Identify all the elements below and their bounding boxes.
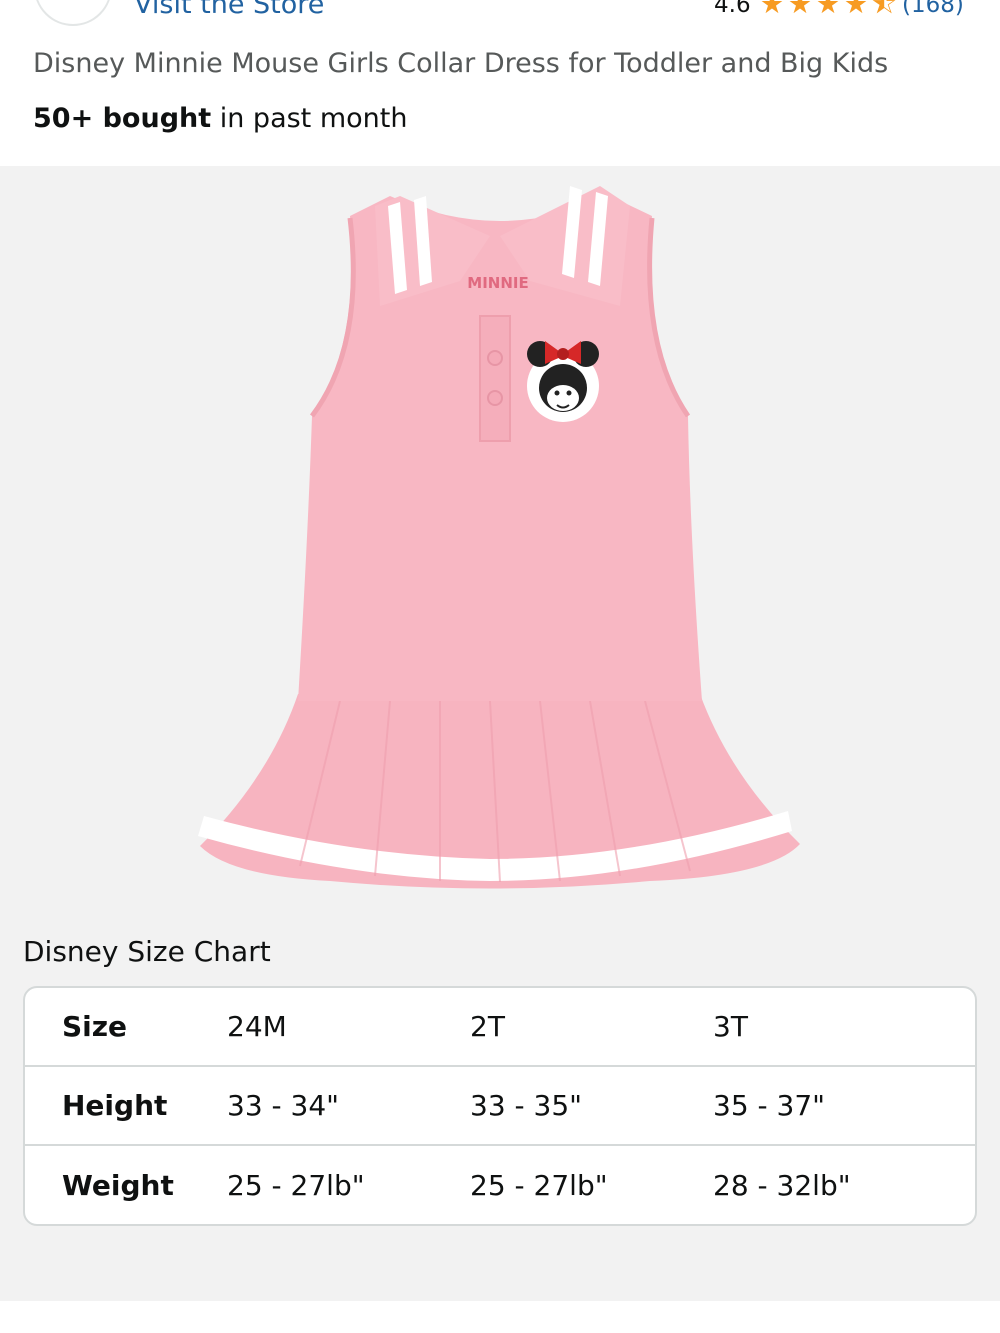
table-cell: 25 - 27lb" (227, 1168, 365, 1202)
table-cell: 25 - 27lb" (470, 1168, 608, 1202)
half-star-icon: ⯪ (871, 0, 897, 20)
rating-stars[interactable]: ★ ★ ★ ★ ⯪ (758, 0, 898, 20)
rating-value: 4.6 (714, 0, 751, 18)
table-cell: 33 - 35" (470, 1088, 583, 1122)
table-row: Weight 25 - 27lb" 25 - 27lb" 28 - 32lb" (25, 1146, 975, 1224)
visit-store-link[interactable]: Visit the Store (134, 0, 324, 22)
bottom-spacer (0, 1301, 1000, 1333)
brand-mark: MINNIE (467, 274, 528, 292)
bought-count-bold: 50+ bought (33, 103, 212, 134)
table-cell: 33 - 34" (227, 1088, 340, 1122)
product-image-area[interactable]: MINNIE Disney Size Chart Size 24M 2T 3T … (0, 166, 1000, 1301)
bought-count-rest: in past month (211, 103, 408, 134)
table-row: Height 33 - 34" 33 - 35" 35 - 37" (25, 1067, 975, 1146)
size-chart-table: Size 24M 2T 3T Height 33 - 34" 33 - 35" … (23, 986, 977, 1226)
star-icon: ★ (843, 0, 869, 20)
table-cell: 3T (713, 1009, 748, 1043)
table-row: Size 24M 2T 3T (25, 988, 975, 1067)
table-cell: 28 - 32lb" (713, 1168, 851, 1202)
row-header: Height (62, 1088, 168, 1122)
star-icon: ★ (759, 0, 785, 20)
bodice-shape (298, 196, 702, 701)
row-header: Weight (62, 1168, 174, 1202)
review-count-link[interactable]: (168) (902, 0, 964, 20)
product-image-dress: MINNIE (198, 186, 800, 889)
minnie-patch-icon (527, 341, 599, 422)
star-icon: ★ (815, 0, 841, 20)
row-header: Size (62, 1009, 128, 1043)
product-title: Disney Minnie Mouse Girls Collar Dress f… (33, 48, 889, 79)
size-chart-title: Disney Size Chart (23, 935, 271, 968)
store-logo-avatar[interactable] (34, 0, 112, 26)
table-cell: 2T (470, 1009, 505, 1043)
table-cell: 24M (227, 1009, 287, 1043)
star-icon: ★ (787, 0, 813, 20)
table-cell: 35 - 37" (713, 1088, 826, 1122)
store-header: Visit the Store 4.6 ★ ★ ★ ★ ⯪ (168) (0, 0, 1000, 30)
bought-count: 50+ bought in past month (33, 101, 408, 137)
